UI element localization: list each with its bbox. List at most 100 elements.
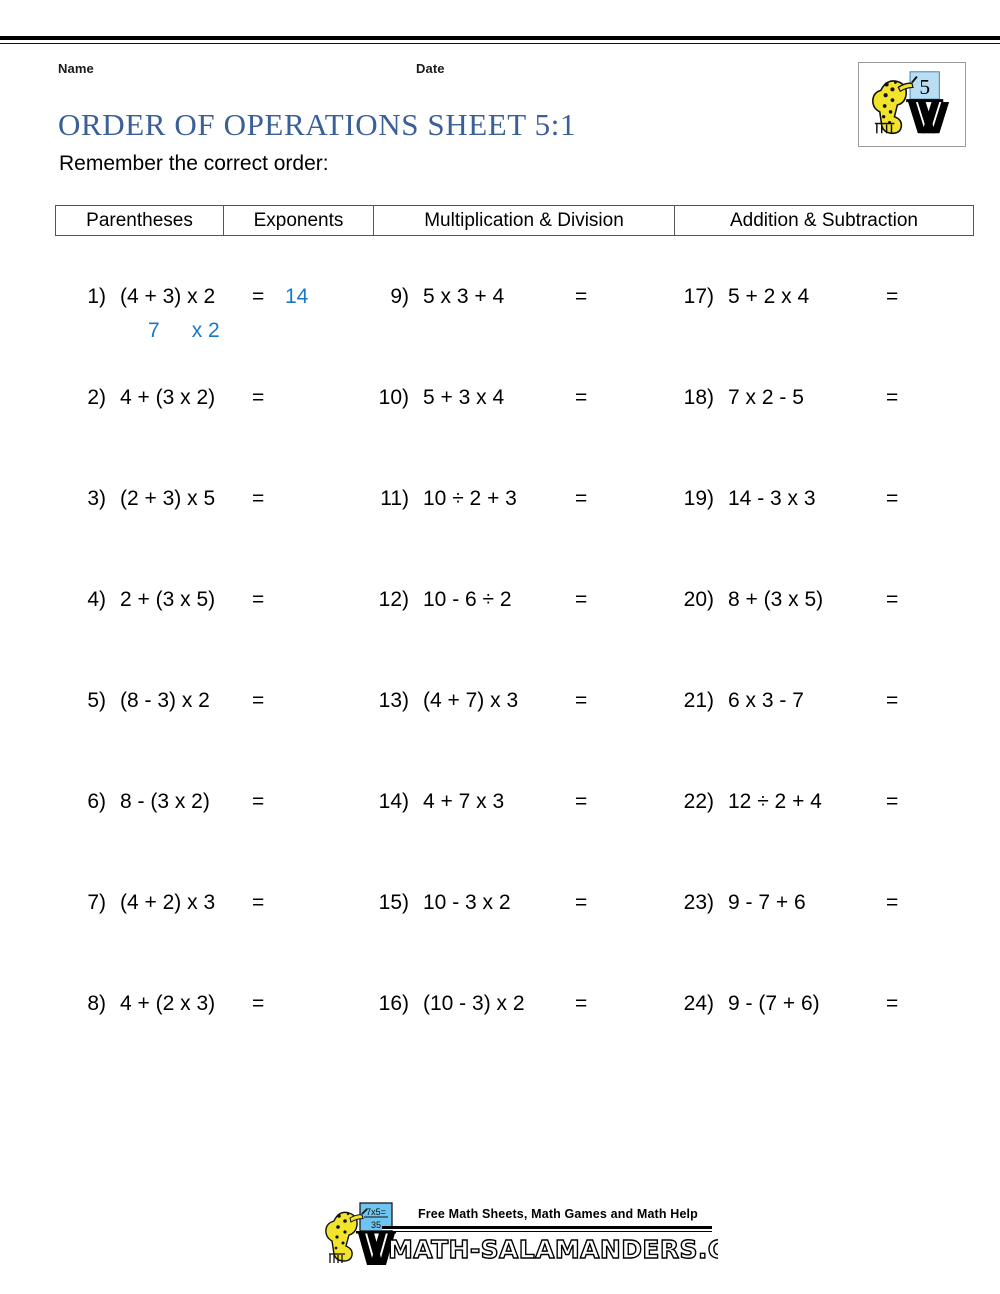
problem-expression: 10 - 6 ÷ 2 bbox=[423, 588, 512, 611]
problem-number: 4) bbox=[87, 588, 106, 611]
equals-sign: = bbox=[575, 992, 588, 1015]
equals-sign: = bbox=[575, 689, 588, 712]
problem-line: 23) 9 - 7 + 6 = bbox=[668, 891, 978, 925]
problem-line: 9) 5 x 3 + 4 = bbox=[363, 285, 663, 319]
problem-row: 9) 5 x 3 + 4 = bbox=[363, 285, 663, 386]
salamander-badge-icon: 5 bbox=[859, 63, 965, 146]
problem-line: 18) 7 x 2 - 5 = bbox=[668, 386, 978, 420]
problem-number: 8) bbox=[87, 992, 106, 1015]
equals-sign: = bbox=[886, 891, 899, 914]
problem-row: 8) 4 + (2 x 3) = bbox=[60, 992, 360, 1093]
worked-left-value: 7 bbox=[148, 319, 160, 342]
problem-expression: 8 - (3 x 2) bbox=[120, 790, 210, 813]
problem-number: 23) bbox=[683, 891, 714, 914]
grade-level-badge: 5 bbox=[858, 62, 966, 147]
problem-line: 22) 12 ÷ 2 + 4 = bbox=[668, 790, 978, 824]
order-of-operations-table: Parentheses Exponents Multiplication & D… bbox=[55, 205, 974, 236]
problem-number: 5) bbox=[87, 689, 106, 712]
equals-sign: = bbox=[886, 790, 899, 813]
problem-number: 9) bbox=[390, 285, 409, 308]
problem-expression: 4 + (3 x 2) bbox=[120, 386, 216, 409]
equals-sign: = bbox=[886, 285, 899, 308]
problem-number: 14) bbox=[378, 790, 409, 813]
problem-expression: 14 - 3 x 3 bbox=[728, 487, 816, 510]
problem-row: 2) 4 + (3 x 2) = bbox=[60, 386, 360, 487]
footer-divider-rule bbox=[382, 1226, 712, 1230]
footer-domain: MATH-SALAMANDERS.COM bbox=[387, 1233, 773, 1265]
problem-row: 22) 12 ÷ 2 + 4 = bbox=[668, 790, 978, 891]
equals-sign: = bbox=[252, 992, 265, 1015]
equals-sign: = bbox=[252, 386, 265, 409]
problem-number: 21) bbox=[683, 689, 714, 712]
problem-expression: 5 x 3 + 4 bbox=[423, 285, 505, 308]
problem-row: 7) (4 + 2) x 3 = bbox=[60, 891, 360, 992]
problem-row: 14) 4 + 7 x 3 = bbox=[363, 790, 663, 891]
problem-row: 3) (2 + 3) x 5 = bbox=[60, 487, 360, 588]
problem-expression: 8 + (3 x 5) bbox=[728, 588, 824, 611]
problem-number: 17) bbox=[683, 285, 714, 308]
problem-row: 10) 5 + 3 x 4 = bbox=[363, 386, 663, 487]
problem-number: 16) bbox=[378, 992, 409, 1015]
equals-sign: = bbox=[575, 588, 588, 611]
problem-number: 22) bbox=[683, 790, 714, 813]
problem-expression: 12 ÷ 2 + 4 bbox=[728, 790, 822, 813]
equals-sign: = bbox=[252, 487, 265, 510]
problem-row: 13) (4 + 7) x 3 = bbox=[363, 689, 663, 790]
problem-row: 18) 7 x 2 - 5 = bbox=[668, 386, 978, 487]
problem-expression: (8 - 3) x 2 bbox=[120, 689, 210, 712]
name-label: Name bbox=[58, 61, 94, 76]
problem-expression: 5 + 3 x 4 bbox=[423, 386, 505, 409]
equals-sign: = bbox=[575, 487, 588, 510]
footer-board-bottom: 35 bbox=[371, 1220, 381, 1230]
problem-line: 6) 8 - (3 x 2) = bbox=[60, 790, 360, 824]
equals-sign: = bbox=[886, 487, 899, 510]
problem-column-3: 17) 5 + 2 x 4 = 18) 7 x 2 - 5 = 19) 14 - 3 x 3 =… bbox=[668, 285, 978, 1093]
equals-sign: = bbox=[575, 285, 588, 308]
answer-value[interactable]: 14 bbox=[285, 285, 308, 309]
problem-line: 11) 10 ÷ 2 + 3 = bbox=[363, 487, 663, 521]
problem-expression: 5 + 2 x 4 bbox=[728, 285, 810, 308]
equals-sign: = bbox=[252, 285, 265, 308]
problem-expression: (4 + 7) x 3 bbox=[423, 689, 519, 712]
order-cell-exponents: Exponents bbox=[224, 206, 374, 235]
top-divider-rule bbox=[0, 36, 1000, 41]
equals-sign: = bbox=[575, 790, 588, 813]
problem-expression: 4 + (2 x 3) bbox=[120, 992, 216, 1015]
page-subtitle: Remember the correct order: bbox=[59, 152, 329, 175]
problem-row: 5) (8 - 3) x 2 = bbox=[60, 689, 360, 790]
problem-row: 1) (4 + 3) x 2 = 14 7 x 2 bbox=[60, 285, 360, 386]
name-date-row: Name Date bbox=[58, 61, 758, 79]
worked-right-value: x 2 bbox=[191, 319, 220, 342]
problem-row: 15) 10 - 3 x 2 = bbox=[363, 891, 663, 992]
svg-text:MATH-SALAMANDERS.COM: MATH-SALAMANDERS.COM bbox=[388, 1235, 718, 1264]
problem-number: 11) bbox=[380, 487, 409, 510]
problem-row: 4) 2 + (3 x 5) = bbox=[60, 588, 360, 689]
problem-expression: (2 + 3) x 5 bbox=[120, 487, 216, 510]
equals-sign: = bbox=[886, 992, 899, 1015]
problem-expression: (4 + 3) x 2 bbox=[120, 285, 216, 308]
problem-line: 1) (4 + 3) x 2 = 14 bbox=[60, 285, 360, 319]
equals-sign: = bbox=[252, 891, 265, 914]
problem-line: 7) (4 + 2) x 3 = bbox=[60, 891, 360, 925]
problem-row: 19) 14 - 3 x 3 = bbox=[668, 487, 978, 588]
problem-line: 17) 5 + 2 x 4 = bbox=[668, 285, 978, 319]
top-divider-rule-thin bbox=[0, 43, 1000, 44]
order-cell-addition-subtraction: Addition & Subtraction bbox=[729, 209, 918, 231]
problem-expression: 2 + (3 x 5) bbox=[120, 588, 216, 611]
problem-expression: 10 - 3 x 2 bbox=[423, 891, 511, 914]
problem-line: 21) 6 x 3 - 7 = bbox=[668, 689, 978, 723]
problem-row: 20) 8 + (3 x 5) = bbox=[668, 588, 978, 689]
problem-expression: 7 x 2 - 5 bbox=[728, 386, 804, 409]
problem-expression: 6 x 3 - 7 bbox=[728, 689, 804, 712]
problem-line: 8) 4 + (2 x 3) = bbox=[60, 992, 360, 1026]
equals-sign: = bbox=[886, 588, 899, 611]
problem-line: 20) 8 + (3 x 5) = bbox=[668, 588, 978, 622]
equals-sign: = bbox=[252, 689, 265, 712]
problem-number: 24) bbox=[683, 992, 714, 1015]
problem-number: 12) bbox=[378, 588, 409, 611]
problem-expression: 4 + 7 x 3 bbox=[423, 790, 505, 813]
equals-sign: = bbox=[252, 588, 265, 611]
problem-number: 20) bbox=[683, 588, 714, 611]
problem-number: 10) bbox=[378, 386, 409, 409]
problem-line: 13) (4 + 7) x 3 = bbox=[363, 689, 663, 723]
